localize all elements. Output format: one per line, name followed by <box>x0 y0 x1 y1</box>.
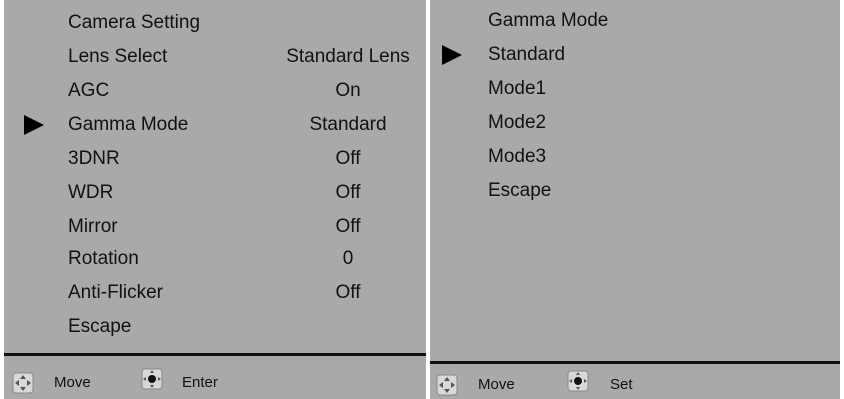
selection-cursor-icon <box>24 115 44 135</box>
menu-item-wdr[interactable]: WDR Off <box>4 176 426 210</box>
menu-item-label: 3DNR <box>68 148 120 169</box>
gamma-mode-menu: Gamma Mode Standard Mode1 Mode2 Mode3 Es… <box>430 0 840 399</box>
menu-item-label: AGC <box>68 80 110 101</box>
menu-item-label: Mode1 <box>488 78 547 99</box>
menu-item-agc[interactable]: AGC On <box>4 74 426 108</box>
joystick-press-icon <box>567 370 589 392</box>
menu-item-value: Off <box>335 182 361 203</box>
footer-move-label: Move <box>478 376 515 393</box>
menu-title: Gamma Mode <box>488 10 609 31</box>
menu-item-anti-flicker[interactable]: Anti-Flicker Off <box>4 276 426 310</box>
menu-item-mode1[interactable]: Mode1 <box>430 72 840 106</box>
menu-item-value: Off <box>335 148 361 169</box>
menu-item-value: Off <box>335 282 361 303</box>
menu-item-label: Gamma Mode <box>68 114 189 135</box>
footer-divider <box>430 361 840 364</box>
menu-title: Camera Setting <box>68 12 201 33</box>
footer-enter-label: Enter <box>182 374 218 391</box>
menu-item-mode2[interactable]: Mode2 <box>430 106 840 140</box>
menu-item-escape[interactable]: Escape <box>4 310 426 344</box>
menu-item-label: Standard <box>488 44 566 65</box>
menu-item-label: Mirror <box>68 216 118 237</box>
menu-item-label: Lens Select <box>68 46 168 67</box>
menu-item-label: Rotation <box>68 248 139 269</box>
selection-cursor-icon <box>442 45 462 65</box>
menu-item-value: Standard Lens <box>286 46 410 67</box>
menu-item-mirror[interactable]: Mirror Off <box>4 210 426 244</box>
menu-item-label: Escape <box>68 316 132 337</box>
camera-setting-menu: Camera Setting Lens Select Standard Lens… <box>4 0 426 399</box>
menu-item-label: Mode3 <box>488 146 547 167</box>
menu-item-label: Anti-Flicker <box>68 282 164 303</box>
menu-item-escape[interactable]: Escape <box>430 174 840 208</box>
menu-item-label: WDR <box>68 182 114 203</box>
four-way-arrow-icon <box>12 372 34 394</box>
footer-set-label: Set <box>610 376 633 393</box>
footer-move-label: Move <box>54 374 91 391</box>
menu-item-lens-select[interactable]: Lens Select Standard Lens <box>4 40 426 74</box>
footer-divider <box>4 353 426 356</box>
menu-item-label: Escape <box>488 180 552 201</box>
menu-item-rotation[interactable]: Rotation 0 <box>4 242 426 276</box>
menu-item-standard[interactable]: Standard <box>430 38 840 72</box>
menu-item-mode3[interactable]: Mode3 <box>430 140 840 174</box>
menu-item-value: 0 <box>342 248 354 269</box>
menu-item-value: Standard <box>309 114 387 135</box>
joystick-press-icon <box>141 368 163 390</box>
menu-item-value: Off <box>335 216 361 237</box>
menu-item-3dnr[interactable]: 3DNR Off <box>4 142 426 176</box>
menu-item-label: Mode2 <box>488 112 547 133</box>
four-way-arrow-icon <box>436 374 458 396</box>
menu-item-gamma-mode[interactable]: Gamma Mode Standard <box>4 108 426 142</box>
menu-item-value: On <box>335 80 361 101</box>
